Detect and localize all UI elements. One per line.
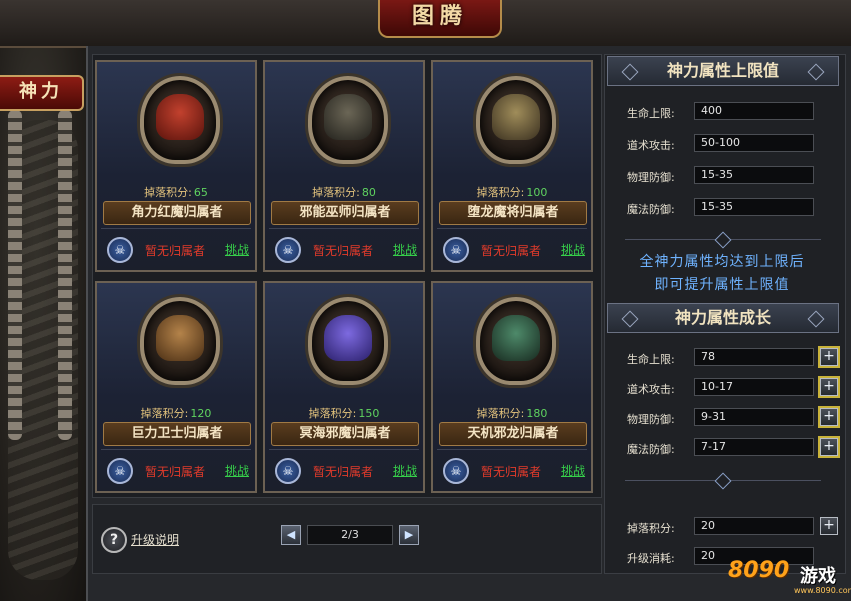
boss-fallen-dragon xyxy=(492,94,540,140)
challenge-link[interactable]: 挑战 xyxy=(225,241,249,258)
skull-icon: ☠ xyxy=(275,237,301,263)
drop-score: 掉落积分: 100 xyxy=(476,186,548,199)
owner-status: 暂无归属者 xyxy=(145,465,206,479)
growth-value: 78 xyxy=(694,348,814,366)
owner-title: 巨力卫士归属者 xyxy=(103,422,251,446)
upgrade-help-link[interactable]: 升级说明 xyxy=(131,531,179,548)
limit-label: 魔法防御: xyxy=(627,203,675,216)
diamond-icon xyxy=(621,310,639,328)
drop-score-label: 掉落积分: xyxy=(627,522,675,535)
skull-icon: ☠ xyxy=(107,237,133,263)
drop-score-value: 20 xyxy=(694,517,814,535)
boss-red-demon xyxy=(156,94,204,140)
owner-status: 暂无归属者 xyxy=(313,244,374,258)
limit-label: 生命上限: xyxy=(627,107,675,120)
next-page-button[interactable]: ▶ xyxy=(399,525,419,545)
divider xyxy=(437,228,587,229)
skull-icon: ☠ xyxy=(275,458,301,484)
prev-page-button[interactable]: ◀ xyxy=(281,525,301,545)
boss-portrait[interactable] xyxy=(476,76,556,164)
growth-value: 9-31 xyxy=(694,408,814,426)
limit-note-line2: 即可提升属性上限值 xyxy=(654,277,790,293)
skull-icon: ☠ xyxy=(443,458,469,484)
boss-card: 掉落积分: 150 冥海邪魔归属者 ☠ 暂无归属者 挑战 xyxy=(263,281,425,493)
owner-title: 堕龙魔将归属者 xyxy=(439,201,587,225)
owner-title: 冥海邪魔归属者 xyxy=(271,422,419,446)
boss-portrait[interactable] xyxy=(140,76,220,164)
window-title: 图腾 xyxy=(378,0,502,38)
diamond-icon xyxy=(807,310,825,328)
boss-giant-guard xyxy=(156,315,204,361)
limit-value: 15-35 xyxy=(694,166,814,184)
drop-score: 掉落积分: 120 xyxy=(140,407,212,420)
drop-score: 掉落积分: 150 xyxy=(308,407,380,420)
boss-portrait[interactable] xyxy=(308,76,388,164)
drop-score: 掉落积分: 180 xyxy=(476,407,548,420)
owner-title: 邪能巫师归属者 xyxy=(271,201,419,225)
help-icon[interactable]: ? xyxy=(101,527,127,553)
drop-score: 掉落积分: 80 xyxy=(312,186,376,199)
challenge-link[interactable]: 挑战 xyxy=(225,462,249,479)
boss-card: 掉落积分: 100 堕龙魔将归属者 ☠ 暂无归属者 挑战 xyxy=(431,60,593,272)
plus-button[interactable]: + xyxy=(820,517,838,535)
limit-value: 15-35 xyxy=(694,198,814,216)
boss-warlock xyxy=(324,94,372,140)
plus-button[interactable]: + xyxy=(820,438,838,456)
skull-icon: ☠ xyxy=(107,458,133,484)
limit-value: 50-100 xyxy=(694,134,814,152)
challenge-link[interactable]: 挑战 xyxy=(393,462,417,479)
divider xyxy=(269,449,419,450)
owner-title: 天机邪龙归属者 xyxy=(439,422,587,446)
growth-value: 7-17 xyxy=(694,438,814,456)
boss-card: 掉落积分: 80 邪能巫师归属者 ☠ 暂无归属者 挑战 xyxy=(263,60,425,272)
owner-status: 暂无归属者 xyxy=(481,244,542,258)
ornament-divider xyxy=(625,472,821,490)
divider xyxy=(269,228,419,229)
divider xyxy=(101,449,251,450)
watermark-logo: 8090 游戏 www.8090.com xyxy=(728,558,851,595)
diamond-icon xyxy=(807,63,825,81)
divider xyxy=(437,449,587,450)
limit-value: 400 xyxy=(694,102,814,120)
owner-status: 暂无归属者 xyxy=(481,465,542,479)
ornament-divider xyxy=(625,231,821,249)
drop-score: 掉落积分: 65 xyxy=(144,186,208,199)
diamond-icon xyxy=(621,63,639,81)
boss-portrait[interactable] xyxy=(140,297,220,385)
plus-button[interactable]: + xyxy=(820,348,838,366)
growth-label: 道术攻击: xyxy=(627,383,675,396)
owner-status: 暂无归属者 xyxy=(145,244,206,258)
divider xyxy=(101,228,251,229)
growth-value: 10-17 xyxy=(694,378,814,396)
owner-status: 暂无归属者 xyxy=(313,465,374,479)
boss-card: 掉落积分: 180 天机邪龙归属者 ☠ 暂无归属者 挑战 xyxy=(431,281,593,493)
page-indicator: 2/3 xyxy=(307,525,393,545)
owner-title: 角力红魔归属者 xyxy=(103,201,251,225)
plus-button[interactable]: + xyxy=(820,378,838,396)
chain-decor xyxy=(58,110,72,440)
boss-sea-demon xyxy=(324,315,372,361)
challenge-link[interactable]: 挑战 xyxy=(561,462,585,479)
upgrade-cost-label: 升级消耗: xyxy=(627,552,675,565)
boss-sky-dragon xyxy=(492,315,540,361)
tab-shenli[interactable]: 神力 xyxy=(0,75,84,111)
challenge-link[interactable]: 挑战 xyxy=(393,241,417,258)
boss-card: 掉落积分: 120 巨力卫士归属者 ☠ 暂无归属者 挑战 xyxy=(95,281,257,493)
growth-label: 生命上限: xyxy=(627,353,675,366)
limit-label: 物理防御: xyxy=(627,171,675,184)
skull-icon: ☠ xyxy=(443,237,469,263)
challenge-link[interactable]: 挑战 xyxy=(561,241,585,258)
limit-label: 道术攻击: xyxy=(627,139,675,152)
growth-header: 神力属性成长 xyxy=(607,303,839,333)
plus-button[interactable]: + xyxy=(820,408,838,426)
growth-label: 物理防御: xyxy=(627,413,675,426)
boss-card: 掉落积分: 65 角力红魔归属者 ☠ 暂无归属者 挑战 xyxy=(95,60,257,272)
boss-portrait[interactable] xyxy=(308,297,388,385)
growth-label: 魔法防御: xyxy=(627,443,675,456)
boss-portrait[interactable] xyxy=(476,297,556,385)
chain-decor xyxy=(8,110,22,440)
limit-note-line1: 全神力属性均达到上限后 xyxy=(639,254,805,270)
limits-header: 神力属性上限值 xyxy=(607,56,839,86)
